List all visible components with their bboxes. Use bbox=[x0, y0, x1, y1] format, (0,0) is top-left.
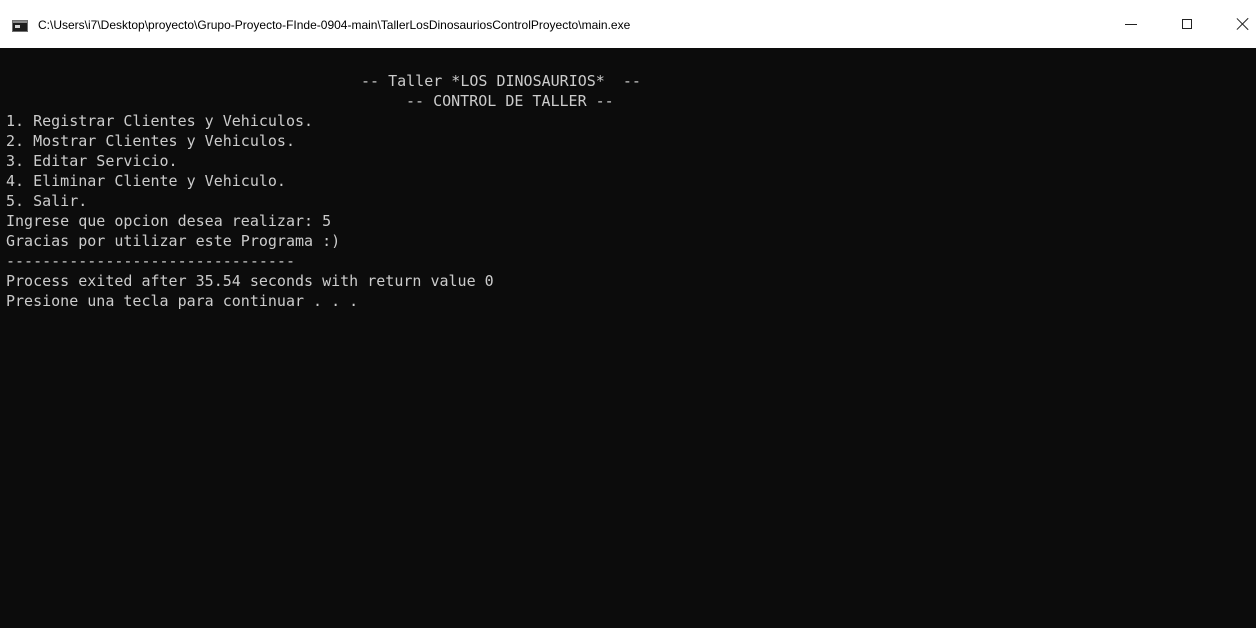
menu-option-1: 1. Registrar Clientes y Vehiculos. bbox=[6, 112, 314, 130]
minimize-button[interactable] bbox=[1108, 0, 1154, 48]
console-window: C:\Users\i7\Desktop\proyecto\Grupo-Proye… bbox=[0, 0, 1256, 628]
maximize-button[interactable] bbox=[1164, 0, 1210, 48]
goodbye-message: Gracias por utilizar este Programa :) bbox=[6, 232, 341, 250]
menu-option-5: 5. Salir. bbox=[6, 192, 88, 210]
minimize-icon bbox=[1125, 23, 1137, 25]
option-prompt: Ingrese que opcion desea realizar: 5 bbox=[6, 212, 332, 230]
menu-option-3: 3. Editar Servicio. bbox=[6, 152, 178, 170]
title-bar[interactable]: C:\Users\i7\Desktop\proyecto\Grupo-Proye… bbox=[0, 0, 1256, 48]
close-button[interactable] bbox=[1220, 0, 1256, 48]
header-title: -- Taller *LOS DINOSAURIOS* -- bbox=[361, 72, 641, 90]
console-output[interactable]: -- Taller *LOS DINOSAURIOS* -- -- CONTRO… bbox=[6, 48, 1256, 628]
separator-line: -------------------------------- bbox=[6, 252, 295, 270]
header-subtitle: -- CONTROL DE TALLER -- bbox=[406, 92, 614, 110]
close-icon bbox=[1236, 17, 1250, 31]
process-exit-message: Process exited after 35.54 seconds with … bbox=[6, 272, 494, 290]
press-key-message: Presione una tecla para continuar . . . bbox=[6, 292, 359, 310]
menu-option-4: 4. Eliminar Cliente y Vehiculo. bbox=[6, 172, 286, 190]
window-title: C:\Users\i7\Desktop\proyecto\Grupo-Proye… bbox=[38, 18, 631, 32]
maximize-icon bbox=[1182, 19, 1192, 29]
menu-option-2: 2. Mostrar Clientes y Vehiculos. bbox=[6, 132, 295, 150]
console-app-icon[interactable] bbox=[12, 20, 28, 32]
